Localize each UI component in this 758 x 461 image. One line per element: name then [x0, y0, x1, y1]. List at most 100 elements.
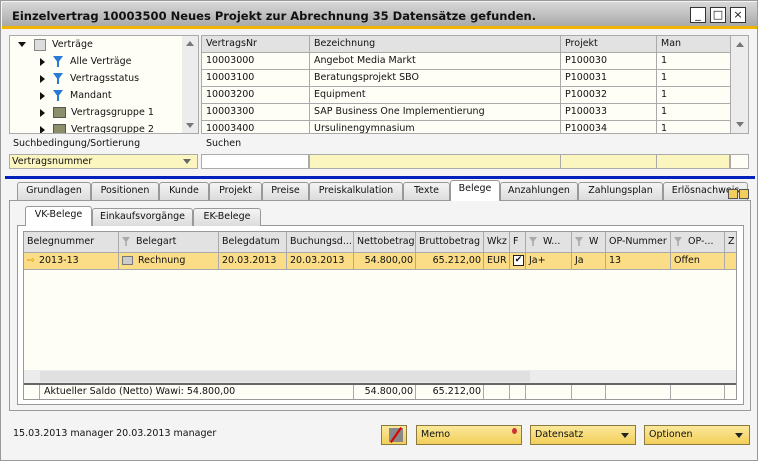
memo-button[interactable]: Memo: [416, 425, 522, 445]
list-cell[interactable]: 1: [657, 87, 731, 104]
tab-anzahlungen[interactable]: Anzahlungen: [500, 182, 578, 200]
filter-icon[interactable]: [122, 237, 130, 246]
tree-item[interactable]: Vertragsstatus: [40, 70, 139, 87]
expand-icon[interactable]: [18, 42, 26, 47]
list-cell[interactable]: Ursulinengymnasium: [310, 121, 561, 133]
subtab-vk-belege[interactable]: VK-Belege: [25, 206, 92, 226]
tree-item[interactable]: Alle Verträge: [40, 53, 131, 70]
belege-cell[interactable]: 65.212,00: [416, 253, 484, 270]
tab-scroll-right-icon[interactable]: [739, 189, 749, 199]
tab-scroll-left-icon[interactable]: [728, 189, 738, 199]
belege-cell[interactable]: 20.03.2013: [219, 253, 287, 270]
filter-icon[interactable]: [575, 237, 583, 246]
list-cell[interactable]: P100031: [561, 70, 657, 87]
cell-value: Ja: [575, 255, 584, 266]
list-cell[interactable]: 1: [657, 53, 731, 70]
list-cell[interactable]: 10003100: [202, 70, 310, 87]
tree-item[interactable]: Vertragsgruppe 1: [40, 104, 154, 121]
column-header[interactable]: Belegart: [119, 232, 219, 253]
list-cell[interactable]: Angebot Media Markt: [310, 53, 561, 70]
column-header[interactable]: Belegnummer: [24, 232, 119, 253]
tab-belege[interactable]: Belege: [450, 180, 500, 201]
column-header[interactable]: VertragsNr: [202, 36, 310, 53]
list-cell[interactable]: P100034: [561, 121, 657, 133]
scroll-thumb[interactable]: [40, 371, 530, 382]
tree-item-label: Vertragsgruppe 2: [71, 124, 154, 134]
tab-positionen[interactable]: Positionen: [91, 182, 159, 200]
tree-item[interactable]: Mandant: [40, 87, 112, 104]
list-cell[interactable]: 10003300: [202, 104, 310, 121]
tab-zahlungsplan[interactable]: Zahlungsplan: [578, 182, 663, 200]
list-cell[interactable]: 1: [657, 121, 731, 133]
list-cell[interactable]: P100030: [561, 53, 657, 70]
tab-grundlagen[interactable]: Grundlagen: [17, 182, 91, 200]
filter-icon[interactable]: [674, 237, 682, 246]
column-header[interactable]: OP-Nummer: [606, 232, 671, 253]
checkbox[interactable]: ✔: [513, 255, 524, 266]
tab-preiskalkulation[interactable]: Preiskalkulation: [309, 182, 403, 200]
close-button[interactable]: ×: [730, 7, 746, 23]
tab-kunde[interactable]: Kunde: [159, 182, 209, 200]
column-header[interactable]: Bezeichnung: [310, 36, 561, 53]
belege-cell[interactable]: ⇨ 2013-13: [24, 253, 119, 270]
datensatz-button[interactable]: Datensatz: [530, 425, 636, 445]
condition-select[interactable]: Vertragsnummer: [9, 154, 198, 169]
belege-cell[interactable]: ✔: [510, 253, 526, 270]
tab-preise[interactable]: Preise: [262, 182, 309, 200]
tab-projekt[interactable]: Projekt: [209, 182, 262, 200]
maximize-button[interactable]: □: [710, 7, 726, 23]
list-cell[interactable]: P100033: [561, 104, 657, 121]
column-header[interactable]: W: [572, 232, 606, 253]
column-header[interactable]: Man: [657, 36, 731, 53]
list-cell[interactable]: 1: [657, 104, 731, 121]
subtab-ek-belege[interactable]: EK-Belege: [193, 208, 261, 226]
column-header[interactable]: Bruttobetrag: [416, 232, 484, 253]
column-label: Belegdatum: [222, 236, 280, 247]
tree-root[interactable]: Verträge: [18, 36, 93, 53]
column-header[interactable]: W...: [526, 232, 572, 253]
belege-cell[interactable]: 20.03.2013: [287, 253, 354, 270]
belege-cell[interactable]: EUR: [484, 253, 510, 270]
filter-icon[interactable]: [529, 237, 537, 246]
tree-item[interactable]: Vertragsgruppe 2: [40, 121, 154, 134]
list-cell[interactable]: 1: [657, 70, 731, 87]
tab-texte[interactable]: Texte: [403, 182, 450, 200]
belege-cell[interactable]: 54.800,00: [354, 253, 416, 270]
subtab-einkaufsvorgänge[interactable]: Einkaufsvorgänge: [92, 208, 193, 226]
list-scrollbar[interactable]: [731, 36, 748, 133]
scroll-up-icon[interactable]: [736, 42, 744, 47]
list-cell[interactable]: 10003200: [202, 87, 310, 104]
column-header[interactable]: F: [510, 232, 526, 253]
search-input[interactable]: [201, 154, 309, 169]
column-header[interactable]: Nettobetrag: [354, 232, 416, 253]
column-header[interactable]: Projekt: [561, 36, 657, 53]
list-cell[interactable]: SAP Business One Implementierung: [310, 104, 561, 121]
scroll-up-icon[interactable]: [186, 41, 194, 46]
document-icon-button[interactable]: [381, 425, 407, 445]
list-cell[interactable]: P100032: [561, 87, 657, 104]
horizontal-scrollbar[interactable]: [24, 370, 736, 383]
optionen-button[interactable]: Optionen: [644, 425, 750, 445]
list-cell[interactable]: 10003000: [202, 53, 310, 70]
column-label: Z: [728, 236, 735, 247]
column-header[interactable]: OP-...: [671, 232, 725, 253]
tree-scrollbar[interactable]: [182, 36, 198, 133]
scroll-down-icon[interactable]: [186, 123, 194, 128]
column-header[interactable]: Wkz: [484, 232, 510, 253]
column-header[interactable]: Buchungsd...: [287, 232, 354, 253]
belege-cell[interactable]: Rechnung: [119, 253, 219, 270]
column-header[interactable]: Belegdatum: [219, 232, 287, 253]
list-cell[interactable]: Beratungsprojekt SBO: [310, 70, 561, 87]
belege-cell[interactable]: [725, 253, 736, 270]
belege-cell[interactable]: Ja: [572, 253, 606, 270]
scroll-down-icon[interactable]: [736, 122, 744, 127]
search-label: Suchen: [206, 138, 242, 149]
belege-cell[interactable]: Offen: [671, 253, 725, 270]
belege-cell[interactable]: 13: [606, 253, 671, 270]
list-cell[interactable]: 10003400: [202, 121, 310, 133]
minimize-button[interactable]: _: [690, 7, 706, 23]
column-header[interactable]: Z: [725, 232, 736, 253]
belege-cell[interactable]: Ja+: [526, 253, 572, 270]
list-cell[interactable]: Equipment: [310, 87, 561, 104]
search-filter-cells[interactable]: [309, 154, 730, 169]
